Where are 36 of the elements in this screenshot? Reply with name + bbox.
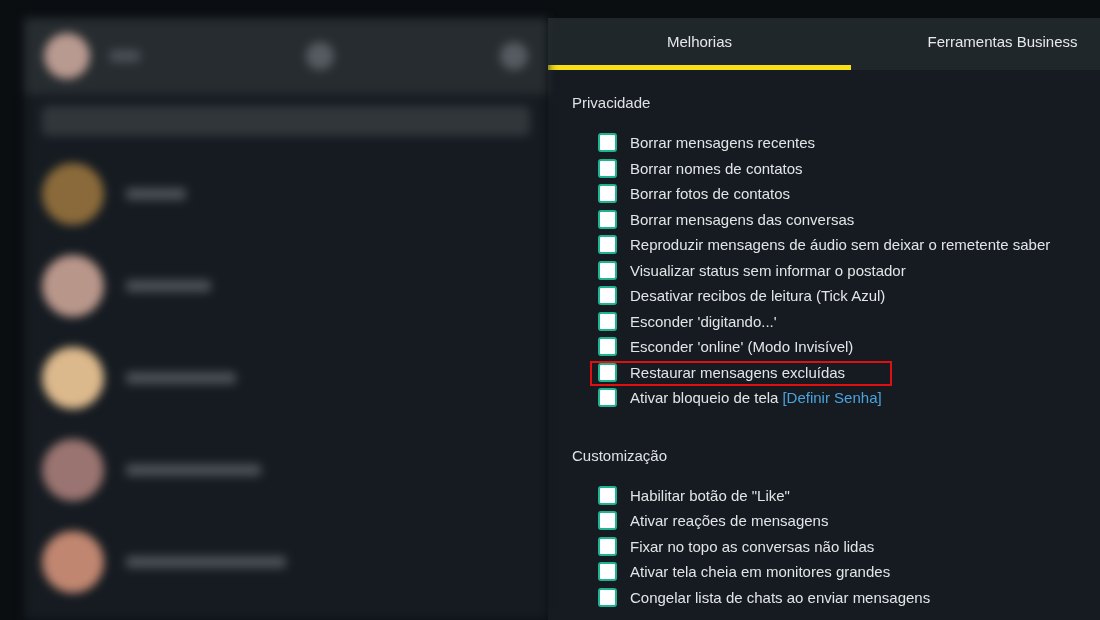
checkbox[interactable] <box>598 485 617 505</box>
checkbox[interactable] <box>598 235 617 255</box>
option-label: Borrar mensagens recentes <box>630 134 816 152</box>
option-label: Ativar reações de mensagens <box>630 512 829 530</box>
option-label: Borrar fotos de contatos <box>630 185 791 203</box>
checkbox[interactable] <box>598 133 617 153</box>
option-label: Visualizar status sem informar o postador <box>630 261 906 279</box>
section-title: Privacidade <box>572 94 652 111</box>
option-label: Borrar nomes de contatos <box>630 159 803 177</box>
tab[interactable]: Ferramentas Business <box>851 18 1100 70</box>
section-title: Customização <box>572 446 669 464</box>
option-label: Ativar bloqueio de tela <box>630 389 779 407</box>
option-label: Ativar tela cheia em monitores grandes <box>630 563 891 581</box>
checkbox[interactable] <box>598 260 617 280</box>
option-label: Borrar mensagens das conversas <box>630 210 855 228</box>
checkbox[interactable] <box>598 337 617 357</box>
checkbox[interactable] <box>598 184 617 204</box>
checkbox[interactable] <box>598 562 617 582</box>
option-label: Restaurar mensagens excluídas <box>630 363 846 381</box>
set-password-link[interactable]: [Definir Senha] <box>782 389 882 407</box>
option-label: Habilitar botão de "Like" <box>630 486 790 504</box>
tab[interactable]: Melhorias <box>548 18 851 70</box>
option-label: Fixar no topo as conversas não lidas <box>630 537 875 555</box>
checkbox[interactable] <box>598 286 617 306</box>
checkbox[interactable] <box>598 311 617 331</box>
checkbox[interactable] <box>598 511 617 531</box>
checkbox[interactable] <box>598 536 617 556</box>
option-label: Desativar recibos de leitura (Tick Azul) <box>630 287 886 305</box>
option-label: Congelar lista de chats ao enviar mensagens <box>630 588 931 606</box>
checkbox[interactable] <box>598 209 617 229</box>
checkbox[interactable] <box>598 388 617 408</box>
checkbox[interactable] <box>598 587 617 607</box>
option-label: Esconder 'online' (Modo Invisível) <box>630 338 854 356</box>
option-label: Esconder 'digitando...' <box>630 312 777 330</box>
option-label: Reproduzir mensagens de áudio sem deixar o remetente saber <box>630 236 1051 254</box>
checkbox[interactable] <box>598 158 617 178</box>
